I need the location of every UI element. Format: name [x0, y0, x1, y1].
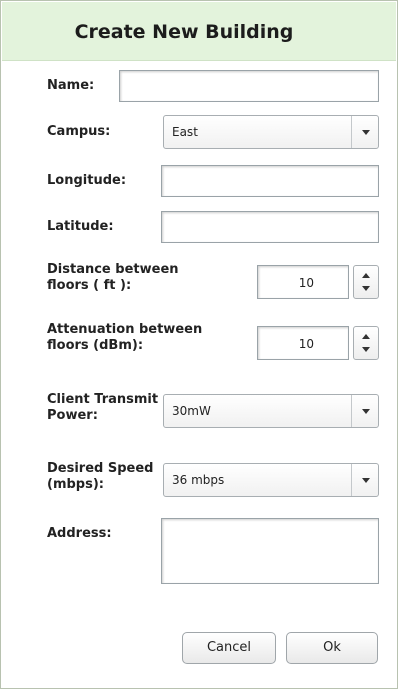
- arrow-down-icon[interactable]: [362, 286, 370, 291]
- address-label: Address:: [47, 526, 112, 541]
- name-label: Name:: [47, 78, 95, 93]
- attenuation-spin-buttons[interactable]: [353, 326, 379, 360]
- campus-label: Campus:: [47, 124, 111, 139]
- longitude-input[interactable]: [161, 165, 379, 197]
- power-value: 30mW: [172, 404, 211, 418]
- campus-value: East: [172, 125, 198, 139]
- distance-spin-buttons[interactable]: [353, 265, 379, 299]
- distance-label-line2: floors ( ft ):: [47, 278, 132, 293]
- create-building-dialog: Create New Building Name: Campus: East L…: [0, 0, 398, 689]
- power-select[interactable]: 30mW: [163, 394, 379, 428]
- power-label-line2: Power:: [47, 408, 98, 423]
- speed-label-line1: Desired Speed: [47, 461, 154, 476]
- distance-label-line1: Distance between: [47, 262, 179, 277]
- chevron-down-icon: [362, 478, 370, 483]
- campus-dropdown-button[interactable]: [351, 116, 378, 148]
- latitude-input[interactable]: [161, 211, 379, 243]
- arrow-down-icon[interactable]: [362, 347, 370, 352]
- attenuation-label-line2: floors (dBm):: [47, 338, 144, 353]
- address-textarea[interactable]: [161, 518, 379, 584]
- longitude-label: Longitude:: [47, 173, 127, 188]
- dialog-title: Create New Building: [74, 21, 294, 43]
- distance-input[interactable]: 10: [257, 265, 349, 299]
- ok-button[interactable]: Ok: [286, 632, 378, 664]
- chevron-down-icon: [362, 409, 370, 414]
- attenuation-label-line1: Attenuation between: [47, 322, 203, 337]
- speed-dropdown-button[interactable]: [351, 464, 378, 496]
- power-dropdown-button[interactable]: [351, 395, 378, 427]
- attenuation-spinner[interactable]: 10: [257, 326, 379, 360]
- latitude-label: Latitude:: [47, 219, 114, 234]
- power-label-line1: Client Transmit: [47, 392, 159, 407]
- speed-select[interactable]: 36 mbps: [163, 463, 379, 497]
- dialog-titlebar: Create New Building: [2, 2, 396, 61]
- arrow-up-icon[interactable]: [362, 273, 370, 278]
- distance-label: Distance between floors ( ft ):: [47, 262, 179, 294]
- attenuation-value: 10: [298, 337, 314, 351]
- attenuation-label: Attenuation between floors (dBm):: [47, 322, 202, 354]
- campus-select[interactable]: East: [163, 115, 379, 149]
- power-label: Client Transmit Power:: [47, 392, 158, 424]
- speed-value: 36 mbps: [172, 473, 225, 487]
- name-input[interactable]: [119, 70, 379, 102]
- distance-spinner[interactable]: 10: [257, 265, 379, 299]
- arrow-up-icon[interactable]: [362, 334, 370, 339]
- speed-label-line2: (mbps):: [47, 477, 104, 492]
- attenuation-input[interactable]: 10: [257, 326, 349, 360]
- distance-value: 10: [298, 276, 314, 290]
- chevron-down-icon: [362, 130, 370, 135]
- speed-label: Desired Speed (mbps):: [47, 461, 153, 493]
- cancel-button[interactable]: Cancel: [182, 632, 276, 664]
